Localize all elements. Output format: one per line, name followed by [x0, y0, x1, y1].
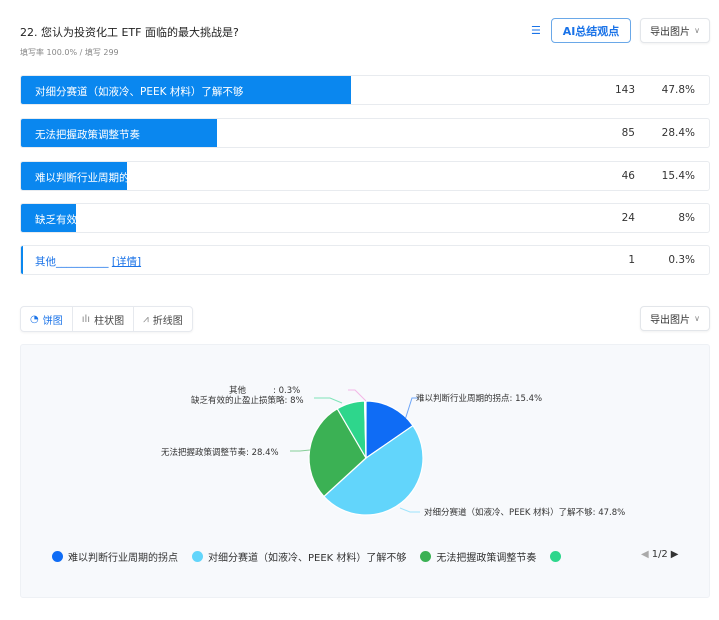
prev-page-icon[interactable]: ◀ [641, 549, 649, 560]
pie-label-line [290, 449, 311, 452]
legend-pager: ◀ 1/2 ▶ [641, 549, 679, 560]
pie-label: 对细分赛道（如液冷、PEEK 材料）了解不够: 47.8% [424, 508, 626, 518]
pie-label-line [399, 507, 420, 513]
pie-label: 其他 : 0.3% [229, 386, 301, 396]
pie-label: 难以判断行业周期的拐点: 15.4% [416, 394, 543, 404]
pie-label-line [314, 397, 343, 404]
pie-label: 无法把握政策调整节奏: 28.4% [161, 448, 279, 458]
legend-item[interactable]: 对细分赛道（如液冷、PEEK 材料）了解不够 [192, 549, 406, 564]
legend-item[interactable]: 难以判断行业周期的拐点 [52, 549, 178, 564]
pie-chart [290, 389, 424, 516]
chart-legend: 难以判断行业周期的拐点 对细分赛道（如液冷、PEEK 材料）了解不够 无法把握政… [52, 549, 562, 564]
pie-label-line [348, 389, 367, 402]
next-page-icon[interactable]: ▶ [671, 549, 679, 560]
legend-item[interactable]: 无法把握政策调整节奏 [420, 549, 536, 564]
legend-item[interactable] [550, 551, 562, 562]
